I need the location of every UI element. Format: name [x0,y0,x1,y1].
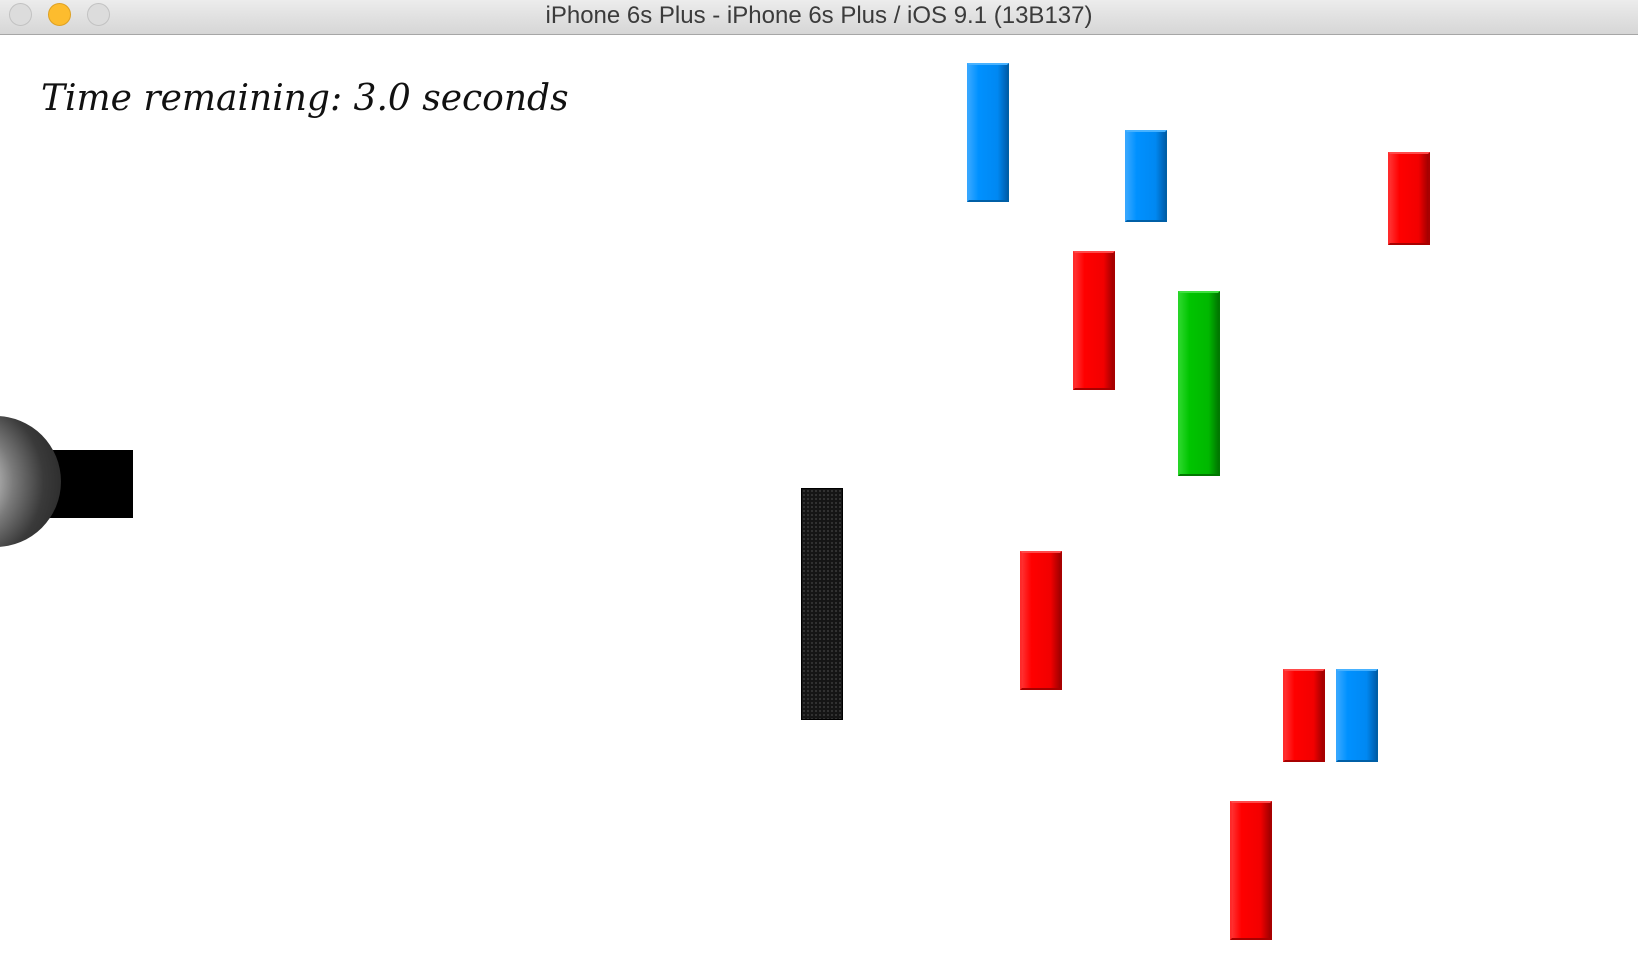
red-block-5 [1230,801,1272,940]
window-titlebar: iPhone 6s Plus - iPhone 6s Plus / iOS 9.… [0,0,1638,35]
window-title: iPhone 6s Plus - iPhone 6s Plus / iOS 9.… [545,2,1093,29]
green-block [1178,291,1220,476]
time-remaining-label: Time remaining: 3.0 seconds [41,78,569,119]
black-obstacle [801,488,843,720]
blue-block-1 [967,63,1009,202]
blue-block-2 [1125,130,1167,222]
cannon-ball [0,416,61,547]
blue-block-3 [1336,669,1378,762]
game-scene[interactable]: Time remaining: 3.0 seconds [0,36,1638,956]
red-block-4 [1283,669,1325,762]
red-block-3 [1020,551,1062,690]
red-block-2 [1073,251,1115,390]
red-block-1 [1388,152,1430,245]
